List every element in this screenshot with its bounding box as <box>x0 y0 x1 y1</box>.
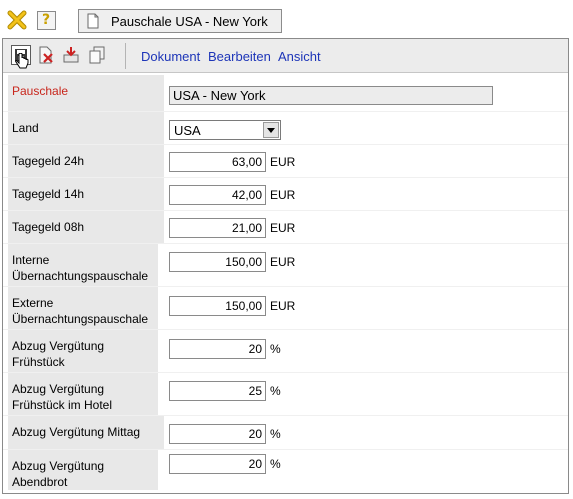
toolbar: Dokument Bearbeiten Ansicht <box>3 39 568 73</box>
menu-dokument[interactable]: Dokument <box>141 49 200 64</box>
tagegeld-08h-label: Tagegeld 08h <box>8 211 164 243</box>
form-rows: Pauschale USA - New York Land USA Tagege… <box>3 75 568 490</box>
externe-uebernachtung-value-cell: 150,00 EUR <box>169 287 568 329</box>
tagegeld-14h-label: Tagegeld 14h <box>8 178 164 210</box>
form-row-land: Land USA <box>3 112 568 145</box>
abzug-fruehstueck-value-cell: 20 % <box>169 330 568 372</box>
delete-icon <box>39 46 53 64</box>
delete-button[interactable] <box>36 45 56 65</box>
hand-cursor-icon <box>15 53 29 69</box>
externe-uebernachtung-label: Externe Übernachtungspauschale <box>8 287 158 329</box>
interne-uebernachtung-value-cell: 150,00 EUR <box>169 244 568 286</box>
document-tab[interactable]: Pauschale USA - New York <box>78 9 282 33</box>
help-question-icon: ? <box>36 10 56 30</box>
abzug-abendbrot-label: Abzug Vergütung Abendbrot <box>8 450 158 490</box>
abzug-fruehstueck-hotel-label: Abzug Vergütung Frühstück im Hotel <box>8 373 158 415</box>
percent-unit: % <box>270 457 281 471</box>
land-select[interactable]: USA <box>169 120 281 140</box>
form-row-abzug-fruehstueck: Abzug Vergütung Frühstück 20 % <box>3 330 568 373</box>
percent-unit: % <box>270 342 281 356</box>
close-button[interactable] <box>6 9 28 31</box>
document-icon <box>87 13 99 29</box>
currency-unit: EUR <box>270 221 296 235</box>
abzug-abendbrot-value-cell: 20 % <box>169 450 568 490</box>
close-x-icon <box>7 10 27 30</box>
pauschale-value-cell: USA - New York <box>169 75 568 111</box>
abzug-mittag-label: Abzug Vergütung Mittag <box>8 416 164 449</box>
abzug-fruehstueck-hotel-value-cell: 25 % <box>169 373 568 415</box>
form-row-abzug-fruehstueck-hotel: Abzug Vergütung Frühstück im Hotel 25 % <box>3 373 568 416</box>
pauschale-field: USA - New York <box>169 86 493 105</box>
currency-unit: EUR <box>270 155 296 169</box>
form-row-pauschale: Pauschale USA - New York <box>3 75 568 112</box>
externe-uebernachtung-input[interactable]: 150,00 <box>169 296 266 316</box>
copy-button[interactable] <box>87 45 107 65</box>
form-row-tagegeld-08h: Tagegeld 08h 21,00 EUR <box>3 211 568 244</box>
document-tab-title: Pauschale USA - New York <box>111 13 268 29</box>
tagegeld-08h-value-cell: 21,00 EUR <box>169 211 568 243</box>
currency-unit: EUR <box>270 188 296 202</box>
window-header: ? Pauschale USA - New York <box>0 0 573 38</box>
abzug-abendbrot-input[interactable]: 20 <box>169 454 266 474</box>
form-row-abzug-mittag: Abzug Vergütung Mittag 20 % <box>3 416 568 450</box>
tagegeld-14h-input[interactable]: 42,00 <box>169 185 266 205</box>
form-row-interne-uebernachtung: Interne Übernachtungspauschale 150,00 EU… <box>3 244 568 287</box>
form-row-abzug-abendbrot: Abzug Vergütung Abendbrot 20 % <box>3 450 568 490</box>
form-panel: Dokument Bearbeiten Ansicht Pauschale US… <box>2 38 569 494</box>
dropdown-button[interactable] <box>263 122 279 138</box>
abzug-mittag-input[interactable]: 20 <box>169 424 266 444</box>
menu-bearbeiten[interactable]: Bearbeiten <box>208 49 271 64</box>
interne-uebernachtung-input[interactable]: 150,00 <box>169 252 266 272</box>
toolbar-divider <box>125 43 126 69</box>
land-selected-value: USA <box>174 123 201 138</box>
land-label: Land <box>8 112 164 144</box>
currency-unit: EUR <box>270 299 296 313</box>
percent-unit: % <box>270 384 281 398</box>
abzug-mittag-value-cell: 20 % <box>169 416 568 449</box>
abzug-fruehstueck-input[interactable]: 20 <box>169 339 266 359</box>
copy-icon <box>89 46 105 64</box>
land-value-cell: USA <box>169 112 568 144</box>
tagegeld-24h-label: Tagegeld 24h <box>8 145 164 177</box>
pauschale-label: Pauschale <box>8 75 164 111</box>
tagegeld-14h-value-cell: 42,00 EUR <box>169 178 568 210</box>
tagegeld-24h-value-cell: 63,00 EUR <box>169 145 568 177</box>
abzug-fruehstueck-hotel-input[interactable]: 25 <box>169 381 266 401</box>
export-button[interactable] <box>61 45 81 65</box>
currency-unit: EUR <box>270 255 296 269</box>
menu-ansicht[interactable]: Ansicht <box>278 49 321 64</box>
export-icon <box>63 47 79 63</box>
tagegeld-08h-input[interactable]: 21,00 <box>169 218 266 238</box>
form-row-tagegeld-14h: Tagegeld 14h 42,00 EUR <box>3 178 568 211</box>
form-row-tagegeld-24h: Tagegeld 24h 63,00 EUR <box>3 145 568 178</box>
form-row-externe-uebernachtung: Externe Übernachtungspauschale 150,00 EU… <box>3 287 568 330</box>
tagegeld-24h-input[interactable]: 63,00 <box>169 152 266 172</box>
abzug-fruehstueck-label: Abzug Vergütung Frühstück <box>8 330 158 372</box>
interne-uebernachtung-label: Interne Übernachtungspauschale <box>8 244 158 286</box>
help-button[interactable]: ? <box>35 9 57 31</box>
percent-unit: % <box>270 427 281 441</box>
chevron-down-icon <box>267 127 275 133</box>
